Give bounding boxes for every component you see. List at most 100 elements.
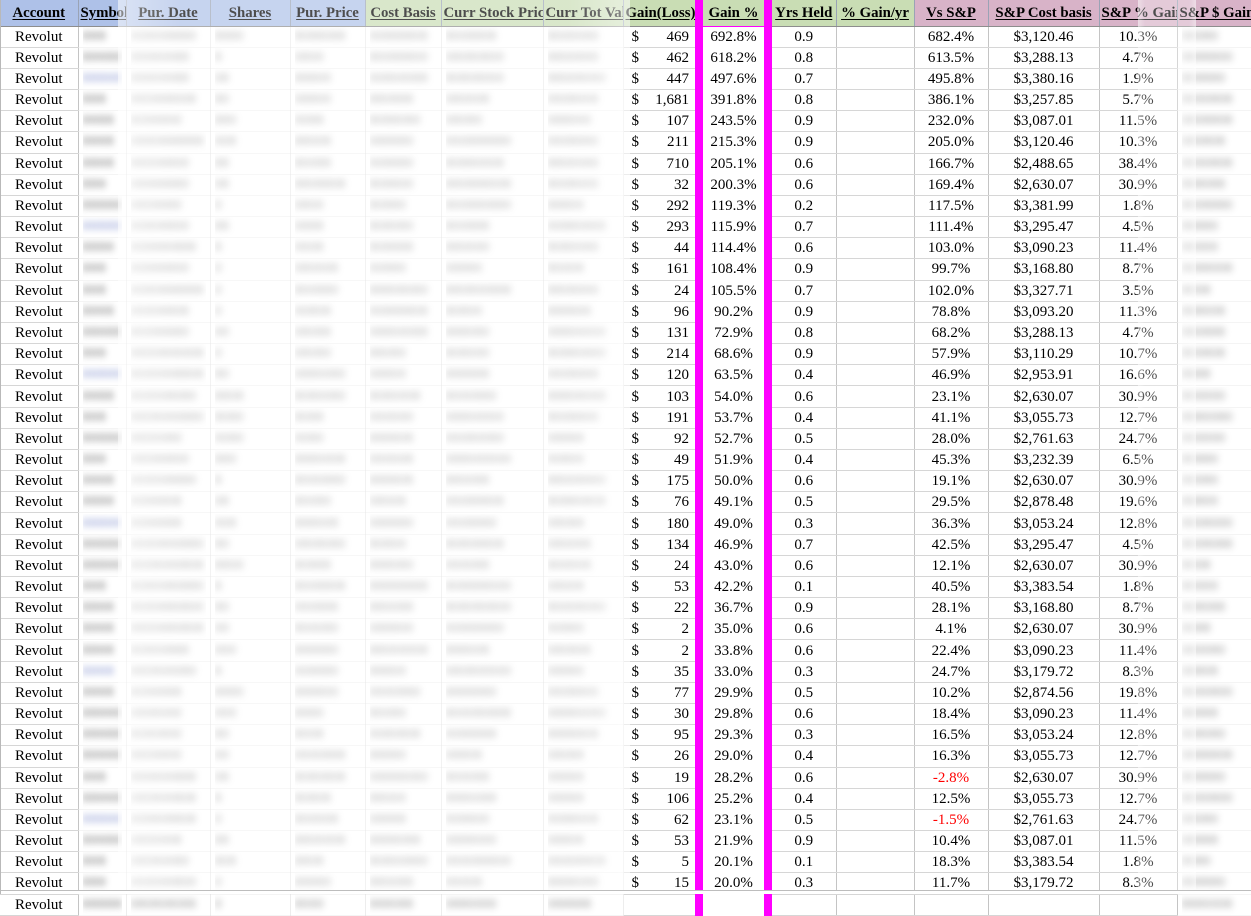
cell-vs-sp[interactable]: 99.7% bbox=[914, 259, 988, 280]
cell-pur-date[interactable]: 8000008808 bbox=[126, 365, 210, 386]
cell-gain-pct[interactable] bbox=[699, 894, 768, 915]
cell-symbol[interactable]: 800 bbox=[78, 344, 126, 365]
cell-sp-cost-basis[interactable]: $3,288.13 bbox=[988, 322, 1099, 343]
table-row[interactable]: Revolut880080808008088808088800088800880… bbox=[0, 788, 1251, 809]
cell-gain-loss[interactable]: $2 bbox=[623, 619, 699, 640]
cell-pur-date[interactable]: 8080800 bbox=[126, 725, 210, 746]
cell-gain-pct[interactable]: 25.2% bbox=[699, 788, 768, 809]
cell-account[interactable]: Revolut bbox=[0, 513, 78, 534]
cell-pur-price[interactable]: 0008 bbox=[290, 238, 365, 259]
cell-curr-tot-value[interactable]: 0008888 bbox=[543, 365, 623, 386]
cell-symbol[interactable]: 008 bbox=[78, 767, 126, 788]
cell-symbol[interactable]: 88808 bbox=[78, 68, 126, 89]
cell-pct-gain-yr[interactable] bbox=[836, 534, 914, 555]
cell-sp-pct-gain[interactable]: 4.5% bbox=[1099, 217, 1177, 238]
cell-sp-dollar-gain[interactable]: 8880080 bbox=[1177, 407, 1251, 428]
cell-curr-tot-value[interactable]: 08888 bbox=[543, 767, 623, 788]
cell-curr-stock-price[interactable]: 8888880 bbox=[441, 682, 543, 703]
cell-pur-date[interactable]: 80800888 bbox=[126, 640, 210, 661]
cell-cost-basis[interactable]: 80880 bbox=[365, 195, 441, 216]
cell-sp-dollar-gain[interactable]: 00080 bbox=[1177, 471, 1251, 492]
table-row[interactable]: Revolut000808808888880088800808888000088… bbox=[0, 132, 1251, 153]
cell-shares[interactable]: 000 bbox=[210, 640, 290, 661]
cell-sp-cost-basis[interactable]: $2,630.07 bbox=[988, 174, 1099, 195]
cell-sp-cost-basis[interactable]: $2,630.07 bbox=[988, 555, 1099, 576]
cell-curr-stock-price[interactable]: 000088 bbox=[441, 555, 543, 576]
cell-gain-loss[interactable]: $191 bbox=[623, 407, 699, 428]
cell-cost-basis[interactable]: 08008 bbox=[365, 492, 441, 513]
cell-pur-price[interactable]: 0000888 bbox=[290, 746, 365, 767]
col-header-pur-date[interactable]: Pur. Date bbox=[126, 0, 210, 26]
cell-shares[interactable]: 08 bbox=[210, 68, 290, 89]
cell-account[interactable]: Revolut bbox=[0, 831, 78, 852]
cell-shares[interactable]: 8880 bbox=[210, 26, 290, 47]
cell-symbol[interactable]: 00800 bbox=[78, 365, 126, 386]
cell-gain-pct[interactable]: 43.0% bbox=[699, 555, 768, 576]
cell-yrs-held[interactable]: 0.6 bbox=[768, 174, 836, 195]
cell-gain-loss[interactable]: $120 bbox=[623, 365, 699, 386]
cell-sp-dollar-gain[interactable]: 800808 bbox=[1177, 344, 1251, 365]
cell-gain-pct[interactable]: 243.5% bbox=[699, 111, 768, 132]
col-header-account[interactable]: Account bbox=[0, 0, 78, 26]
table-row[interactable]: Revolut080000888000000888080080800080888… bbox=[0, 704, 1251, 725]
cell-pur-date[interactable]: 008008880 bbox=[126, 26, 210, 47]
cell-cost-basis[interactable]: 88000 bbox=[365, 788, 441, 809]
cell-shares[interactable]: 0 bbox=[210, 301, 290, 322]
cell-gain-loss[interactable]: $175 bbox=[623, 471, 699, 492]
cell-shares[interactable]: 8 bbox=[210, 661, 290, 682]
cell-gain-loss[interactable]: $53 bbox=[623, 576, 699, 597]
cell-gain-pct[interactable]: 68.6% bbox=[699, 344, 768, 365]
cell-gain-pct[interactable]: 51.9% bbox=[699, 449, 768, 470]
cell-account[interactable]: Revolut bbox=[0, 576, 78, 597]
cell-symbol[interactable]: 808 bbox=[78, 576, 126, 597]
cell-account[interactable]: Revolut bbox=[0, 471, 78, 492]
cell-sp-pct-gain[interactable] bbox=[1099, 894, 1177, 915]
cell-vs-sp[interactable]: 205.0% bbox=[914, 132, 988, 153]
cell-shares[interactable]: 88 bbox=[210, 217, 290, 238]
cell-vs-sp[interactable]: 169.4% bbox=[914, 174, 988, 195]
cell-gain-pct[interactable]: 49.0% bbox=[699, 513, 768, 534]
cell-sp-cost-basis[interactable]: $2,488.65 bbox=[988, 153, 1099, 174]
cell-yrs-held[interactable]: 0.9 bbox=[768, 259, 836, 280]
cell-account[interactable]: Revolut bbox=[0, 640, 78, 661]
cell-account[interactable]: Revolut bbox=[0, 661, 78, 682]
cell-sp-cost-basis[interactable]: $3,090.23 bbox=[988, 704, 1099, 725]
table-row[interactable]: Revolut080888008800888008800888080880008… bbox=[0, 153, 1251, 174]
cell-curr-tot-value[interactable]: 88808088 bbox=[543, 386, 623, 407]
cell-pur-price[interactable]: 8880 bbox=[290, 704, 365, 725]
table-row[interactable]: Revolut000880888888880888800000088088888… bbox=[0, 682, 1251, 703]
cell-symbol[interactable]: 000 bbox=[78, 26, 126, 47]
cell-gain-loss[interactable]: $92 bbox=[623, 428, 699, 449]
cell-cost-basis[interactable]: 880088 bbox=[365, 598, 441, 619]
cell-vs-sp[interactable]: 68.2% bbox=[914, 322, 988, 343]
cell-vs-sp[interactable]: 10.2% bbox=[914, 682, 988, 703]
cell-cost-basis[interactable]: 000000 bbox=[365, 407, 441, 428]
cell-shares[interactable]: 08 bbox=[210, 492, 290, 513]
cell-sp-cost-basis[interactable]: $3,087.01 bbox=[988, 111, 1099, 132]
cell-sp-pct-gain[interactable]: 1.8% bbox=[1099, 195, 1177, 216]
cell-pur-price[interactable]: 0088 bbox=[290, 111, 365, 132]
cell-gain-pct[interactable]: 105.5% bbox=[699, 280, 768, 301]
cell-account[interactable]: Revolut bbox=[0, 365, 78, 386]
cell-shares[interactable]: 80 bbox=[210, 90, 290, 111]
cell-gain-loss[interactable]: $1,681 bbox=[623, 90, 699, 111]
cell-account[interactable]: Revolut bbox=[0, 238, 78, 259]
cell-sp-cost-basis[interactable]: $3,168.80 bbox=[988, 259, 1099, 280]
cell-gain-loss[interactable]: $447 bbox=[623, 68, 699, 89]
table-row[interactable]: Revolut000800000888088000880888808880088… bbox=[0, 471, 1251, 492]
cell-sp-pct-gain[interactable]: 12.7% bbox=[1099, 407, 1177, 428]
cell-pct-gain-yr[interactable] bbox=[836, 344, 914, 365]
cell-cost-basis[interactable]: 88808080 bbox=[365, 280, 441, 301]
cell-curr-tot-value[interactable]: 08800000 bbox=[543, 322, 623, 343]
cell-curr-stock-price[interactable]: 80808000 bbox=[441, 68, 543, 89]
cell-sp-dollar-gain[interactable]: 800000 bbox=[1177, 386, 1251, 407]
cell-sp-pct-gain[interactable]: 30.9% bbox=[1099, 619, 1177, 640]
cell-account[interactable]: Revolut bbox=[0, 47, 78, 68]
cell-curr-tot-value[interactable]: 0008880 bbox=[543, 132, 623, 153]
cell-sp-dollar-gain[interactable]: 808880 bbox=[1177, 68, 1251, 89]
cell-gain-pct[interactable]: 23.1% bbox=[699, 809, 768, 830]
cell-curr-stock-price[interactable]: 80808808 bbox=[441, 534, 543, 555]
cell-sp-dollar-gain[interactable]: 0000808 bbox=[1177, 153, 1251, 174]
cell-vs-sp[interactable]: 19.1% bbox=[914, 471, 988, 492]
cell-gain-pct[interactable]: 391.8% bbox=[699, 90, 768, 111]
